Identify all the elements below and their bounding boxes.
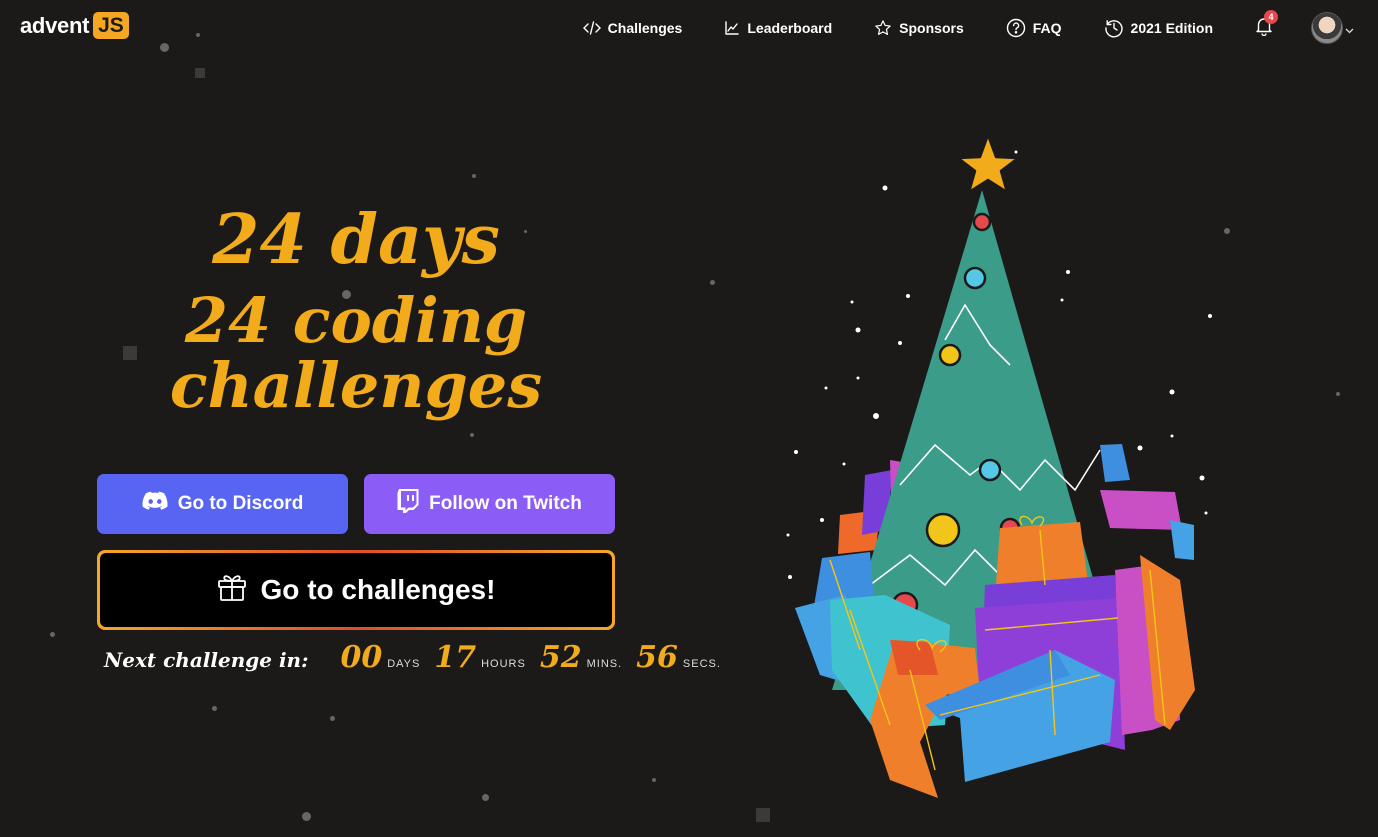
- snow-dot: [470, 433, 474, 437]
- twitch-button-label: Follow on Twitch: [429, 493, 582, 514]
- christmas-tree-illustration: [786, 133, 1212, 798]
- countdown-secs-unit: SECS.: [682, 658, 721, 670]
- snow-dot: [652, 778, 656, 782]
- go-to-challenges-inner: Go to challenges!: [100, 553, 612, 627]
- nav-sponsors[interactable]: Sponsors: [874, 19, 964, 37]
- snow-dot: [212, 706, 217, 711]
- countdown-days: 00: [340, 640, 383, 675]
- twitch-icon: [397, 489, 419, 519]
- go-to-challenges-label: Go to challenges!: [260, 574, 496, 605]
- nav-faq[interactable]: FAQ: [1006, 18, 1062, 38]
- history-icon: [1104, 18, 1124, 38]
- hero-line-1: 24 days: [212, 200, 500, 280]
- star-icon: [874, 19, 892, 37]
- gift-icon: [217, 573, 247, 608]
- snow-dot: [1224, 228, 1230, 234]
- snow-dot: [50, 632, 55, 637]
- countdown-hours-unit: HOURS: [481, 658, 526, 670]
- snow-dot: [482, 794, 489, 801]
- countdown-days-unit: DAYS: [387, 658, 421, 670]
- nav-leaderboard-label: Leaderboard: [747, 20, 833, 36]
- discord-button[interactable]: Go to Discord: [97, 474, 348, 534]
- snow-dot: [302, 812, 311, 821]
- nav-sponsors-label: Sponsors: [899, 20, 964, 36]
- avatar: [1311, 12, 1343, 44]
- hero-line-2: 24 coding challenges: [169, 284, 543, 423]
- code-icon: [582, 20, 601, 36]
- js-mark: [195, 68, 205, 78]
- nav-challenges-label: Challenges: [607, 20, 683, 36]
- countdown-mins-unit: MINS.: [586, 658, 623, 670]
- hero-headline: 24 days 24 coding challenges: [0, 200, 712, 423]
- nav-faq-label: FAQ: [1032, 20, 1062, 36]
- chevron-down-icon: [1345, 19, 1354, 38]
- nav-2021-edition[interactable]: 2021 Edition: [1104, 18, 1213, 38]
- nav-leaderboard[interactable]: Leaderboard: [724, 20, 832, 36]
- notifications-button[interactable]: 4: [1255, 10, 1278, 40]
- countdown-hours: 17: [434, 640, 477, 675]
- discord-button-label: Go to Discord: [177, 493, 304, 514]
- next-challenge-countdown: Next challenge in: 00 DAYS 17 HOURS 52 M…: [104, 640, 721, 675]
- chart-icon: [724, 20, 740, 36]
- main-nav: Challenges Leaderboard Sponsors FAQ 2021…: [582, 10, 1354, 44]
- js-mark: [756, 808, 770, 822]
- go-to-challenges-button[interactable]: Go to challenges!: [97, 550, 615, 630]
- countdown-secs: 56: [636, 640, 678, 675]
- snow-dot: [1336, 392, 1340, 396]
- countdown-label: Next challenge in:: [104, 648, 309, 672]
- notification-count-badge: 4: [1264, 10, 1278, 24]
- user-menu[interactable]: [1311, 12, 1354, 44]
- snow-dot: [330, 716, 335, 721]
- logo-badge: JS: [93, 12, 129, 39]
- logo[interactable]: advent JS: [20, 12, 129, 39]
- nav-2021-edition-label: 2021 Edition: [1130, 20, 1213, 36]
- question-icon: [1006, 18, 1026, 38]
- twitch-button[interactable]: Follow on Twitch: [364, 474, 615, 534]
- snow-dot: [196, 33, 200, 37]
- discord-icon: [142, 491, 168, 517]
- nav-challenges[interactable]: Challenges: [582, 20, 683, 36]
- snow-dot: [160, 43, 169, 52]
- countdown-mins: 52: [539, 640, 582, 675]
- snow-dot: [472, 174, 476, 178]
- logo-text: advent: [20, 12, 90, 38]
